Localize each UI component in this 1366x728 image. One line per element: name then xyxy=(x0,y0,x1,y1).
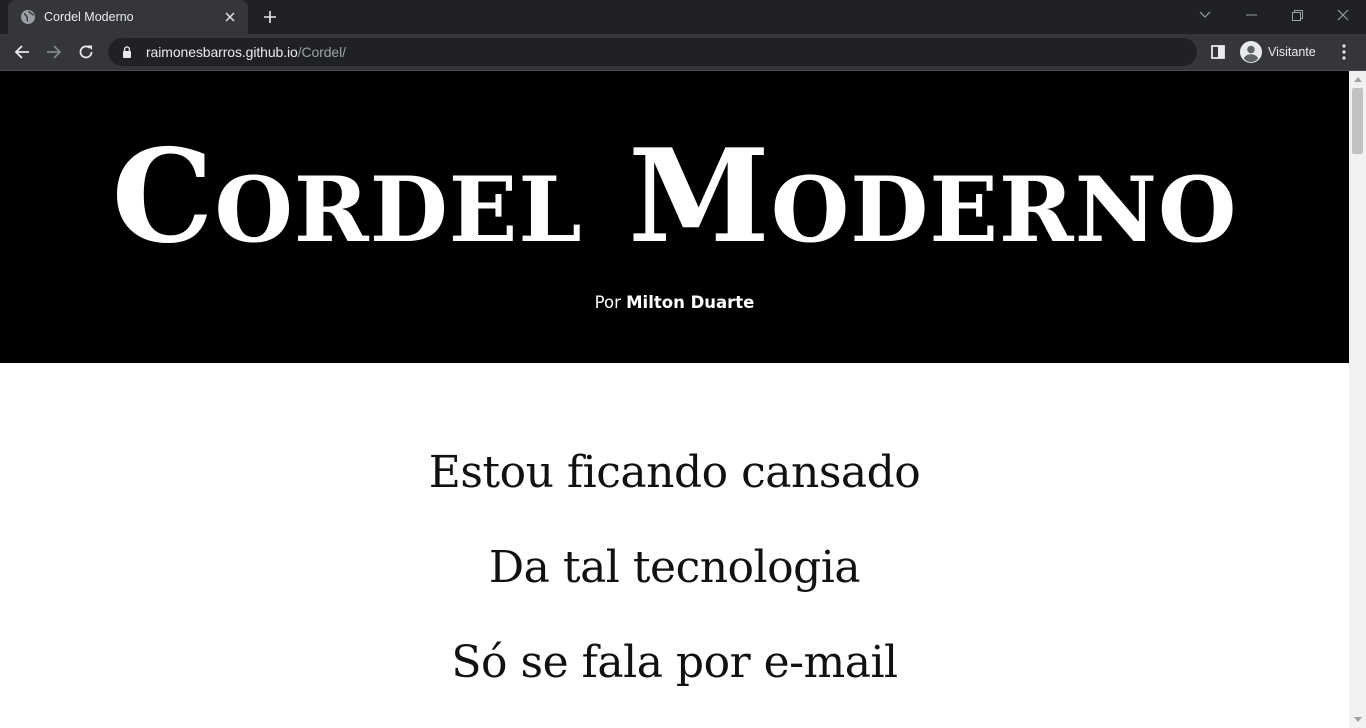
chevron-down-icon[interactable] xyxy=(1182,0,1228,30)
globe-icon xyxy=(20,9,36,25)
tab-strip: Cordel Moderno xyxy=(0,0,1366,34)
scroll-down-arrow-icon[interactable] xyxy=(1349,711,1366,728)
scroll-up-arrow-icon[interactable] xyxy=(1349,71,1366,88)
close-icon[interactable] xyxy=(222,9,238,25)
minimize-icon[interactable] xyxy=(1228,0,1274,30)
page-viewport: Cordel Moderno Por Milton Duarte Estou f… xyxy=(0,71,1349,728)
verse-line: Estou ficando cansado xyxy=(428,447,921,498)
verse-line: Só se fala por e-mail xyxy=(451,637,898,688)
lock-icon[interactable] xyxy=(120,45,134,59)
back-icon[interactable] xyxy=(8,38,36,66)
tab-title: Cordel Moderno xyxy=(44,10,134,24)
window-close-icon[interactable] xyxy=(1320,0,1366,30)
avatar-icon xyxy=(1240,41,1262,63)
side-panel-icon[interactable] xyxy=(1204,38,1232,66)
page-scrollbar[interactable] xyxy=(1349,71,1366,728)
address-bar[interactable]: raimonesbarros.github.io/Cordel/ xyxy=(108,38,1197,66)
author-name: Milton Duarte xyxy=(626,293,755,312)
browser-toolbar: raimonesbarros.github.io/Cordel/ Visitan… xyxy=(0,34,1366,70)
restore-icon[interactable] xyxy=(1274,0,1320,30)
hero-banner: Cordel Moderno Por Milton Duarte xyxy=(0,71,1349,363)
kebab-menu-icon[interactable] xyxy=(1330,38,1358,66)
reload-icon[interactable] xyxy=(72,38,100,66)
url-path: /Cordel/ xyxy=(297,44,346,60)
url-host: raimonesbarros.github.io xyxy=(146,44,298,60)
profile-label: Visitante xyxy=(1268,45,1316,59)
scrollbar-thumb[interactable] xyxy=(1352,88,1363,154)
profile-button[interactable]: Visitante xyxy=(1237,39,1324,65)
verse-line: Da tal tecnologia xyxy=(488,542,861,593)
byline-prefix: Por xyxy=(594,293,621,312)
forward-icon[interactable] xyxy=(40,38,68,66)
plus-icon[interactable] xyxy=(259,6,281,28)
byline: Por Milton Duarte xyxy=(0,293,1349,312)
url-text: raimonesbarros.github.io/Cordel/ xyxy=(146,44,346,60)
browser-tab[interactable]: Cordel Moderno xyxy=(8,0,248,34)
page-title: Cordel Moderno xyxy=(111,122,1238,272)
